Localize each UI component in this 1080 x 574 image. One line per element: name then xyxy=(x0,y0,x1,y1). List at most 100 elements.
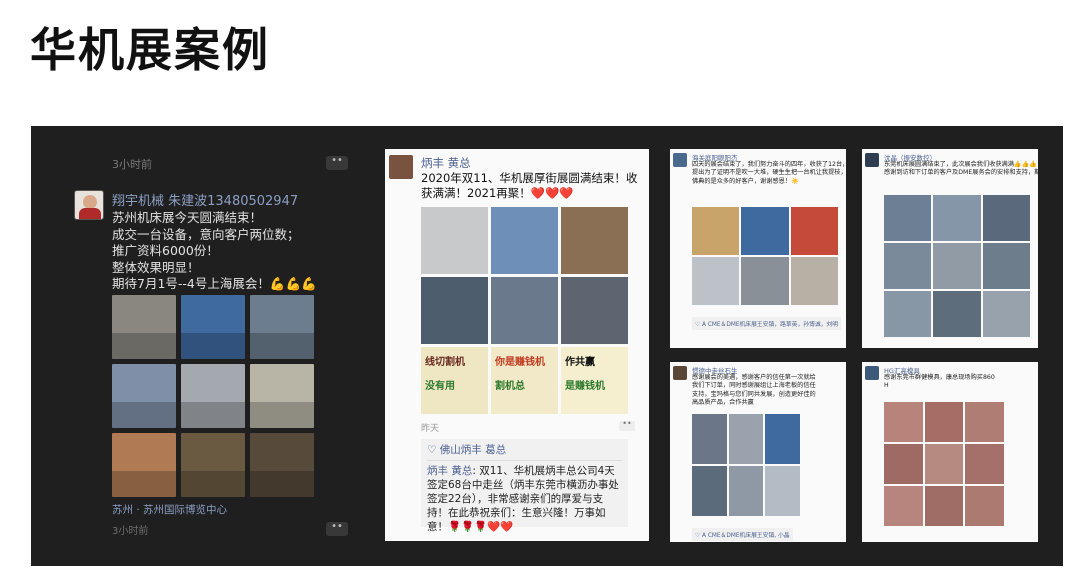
page-title: 华机展案例 xyxy=(30,23,270,77)
photo-thumbnail[interactable] xyxy=(741,257,789,305)
avatar[interactable] xyxy=(673,366,687,380)
photo-thumbnail[interactable] xyxy=(884,444,923,484)
post-username[interactable]: 翔宇机械 朱建波13480502947 xyxy=(112,190,298,209)
photo-thumbnail[interactable] xyxy=(884,291,932,337)
photo-thumbnail[interactable] xyxy=(421,207,488,274)
card-line: 高品质产品，合作共赢 xyxy=(692,399,754,407)
photo-thumbnail[interactable] xyxy=(692,257,740,305)
photo-thumbnail[interactable] xyxy=(790,257,838,305)
photo-thumbnail[interactable] xyxy=(933,291,981,337)
card-line: 感谢到访和下订单的客户及DME展务会的安排和支持，期待年11在见😊😊 xyxy=(884,169,1038,177)
photo-thumbnail[interactable] xyxy=(933,243,981,289)
photo-thumbnail[interactable] xyxy=(765,466,800,516)
like-list: ♡ 佛山炳丰 葛总 xyxy=(427,443,622,461)
photo-thumbnail[interactable] xyxy=(692,414,727,464)
avatar[interactable] xyxy=(389,155,413,179)
avatar[interactable] xyxy=(673,153,687,167)
photo-thumbnail[interactable] xyxy=(741,207,789,255)
photo-thumbnail[interactable] xyxy=(924,444,964,484)
post-line: 期待7月1号--4号上海展会！💪💪💪 xyxy=(112,276,317,291)
photo-thumbnail[interactable] xyxy=(728,414,764,464)
photo-thumbnail[interactable] xyxy=(965,402,1004,442)
card-photo-grid xyxy=(692,414,800,516)
poster-text: 割机总 xyxy=(495,381,525,392)
post-more-button-top[interactable]: •• xyxy=(326,156,348,170)
screenshot-card-top-right: 沈晶（振安数控） 东莞机床展圆满结束了，此次展会我们收获满满👍👍👍， 感谢到访和… xyxy=(862,149,1038,348)
poster-text: 没有用 xyxy=(425,381,455,392)
photo-thumbnail[interactable] xyxy=(250,364,314,428)
post-time-bottom: 3小时前 xyxy=(112,526,149,537)
poster-text: 作共赢 xyxy=(565,357,595,368)
post-text: 苏州机床展今天圆满结束！ 成交一台设备，意向客户两位数； 推广资料6000份！ … xyxy=(112,210,317,293)
photo-thumbnail[interactable] xyxy=(765,414,800,464)
photo-thumbnail[interactable] xyxy=(933,195,981,241)
photo-thumbnail[interactable] xyxy=(421,277,488,344)
photo-thumbnail[interactable] xyxy=(491,207,558,274)
photo-thumbnail[interactable] xyxy=(982,291,1030,337)
photo-thumbnail[interactable] xyxy=(884,402,923,442)
photo-thumbnail[interactable] xyxy=(924,486,964,526)
photo-thumbnail[interactable] xyxy=(965,486,1004,526)
photo-thumbnail[interactable]: 作共赢 是赚钱机 xyxy=(561,347,628,414)
photo-thumbnail[interactable] xyxy=(965,444,1004,484)
card-photo-grid xyxy=(884,402,1004,526)
screenshot-card-bottom-left: 惯德中走丝石生 感谢展会的美遇，感谢客户的信任第一次就给 我们下订单，同时感谢展… xyxy=(670,362,846,542)
post-line: 整体效果明显！ xyxy=(112,259,200,275)
screenshot-card-top-left: 海关庭阳眼阳杰 四天的展会结束了，我们努力奋斗的四年，收获了12台，佛一台😊 提… xyxy=(670,149,846,348)
photo-thumbnail[interactable] xyxy=(884,195,932,241)
avatar[interactable] xyxy=(865,366,879,380)
screenshot-card-bottom-right: HG汇高模具 感谢东莞市群健模具，康总现场购买860 H xyxy=(862,362,1038,542)
photo-thumbnail[interactable] xyxy=(491,277,558,344)
photo-thumbnail[interactable] xyxy=(728,466,764,516)
avatar[interactable] xyxy=(74,190,104,220)
photo-thumbnail[interactable] xyxy=(692,466,727,516)
card-photo-grid: 线切割机 没有用 你是赚钱机 割机总 作共赢 是赚钱机 xyxy=(421,207,628,414)
post-line: 成交一台设备，意向客户两位数； xyxy=(112,226,300,242)
screenshot-card-main: 炳丰 黄总 2020年双11、华机展厚街展圆满结束！收获满满！2021再聚！❤️… xyxy=(385,149,649,541)
photo-thumbnail[interactable]: 你是赚钱机 割机总 xyxy=(491,347,558,414)
photo-thumbnail[interactable] xyxy=(561,277,628,344)
photo-thumbnail[interactable] xyxy=(982,195,1030,241)
photo-thumbnail[interactable] xyxy=(181,433,245,497)
card-text: 2020年双11、华机展厚街展圆满结束！收获满满！2021再聚！❤️❤️❤️ xyxy=(421,171,638,200)
photo-thumbnail[interactable] xyxy=(112,364,176,428)
photo-thumbnail[interactable] xyxy=(112,433,176,497)
card-line: 提出为了证明不是吹一大堆，硬生生把一台机让我提枝，非常感谢各位！ xyxy=(692,169,846,177)
photo-thumbnail[interactable] xyxy=(561,207,628,274)
comment-author[interactable]: 炳丰 黄总 xyxy=(427,465,472,477)
moments-post-left: 3小时前 •• 翔宇机械 朱建波13480502947 苏州机床展今天圆满结束！… xyxy=(74,150,364,540)
like-list: ♡ A CME＆DME机床展王安镇, 小晶 xyxy=(692,528,793,541)
photo-thumbnail[interactable] xyxy=(924,402,964,442)
card-username[interactable]: 炳丰 黄总 xyxy=(421,155,471,171)
post-line: 苏州机床展今天圆满结束！ xyxy=(112,210,263,225)
card-line: H xyxy=(884,382,889,390)
post-more-button-bottom[interactable]: •• xyxy=(326,522,348,536)
card-text: 感谢东莞市群健模具，康总现场购买860 H xyxy=(884,374,995,391)
photo-thumbnail[interactable] xyxy=(250,295,314,359)
post-location[interactable]: 苏州 · 苏州国际博览中心 xyxy=(112,502,227,517)
comment-emoji: 🌹🌹🌹❤️❤️ xyxy=(448,521,514,533)
photo-thumbnail[interactable] xyxy=(884,486,923,526)
photo-thumbnail[interactable] xyxy=(790,207,838,255)
poster-text: 线切割机 xyxy=(425,357,465,368)
poster-text: 你是赚钱机 xyxy=(495,357,545,368)
photo-thumbnail[interactable] xyxy=(692,207,740,255)
like-list: ♡ A CME＆DME机床展王安镇，路草英，孙博诚，刘明 xyxy=(692,317,842,330)
card-photo-grid xyxy=(692,207,838,305)
avatar[interactable] xyxy=(865,153,879,167)
photo-thumbnail[interactable]: 线切割机 没有用 xyxy=(421,347,488,414)
post-photo-grid xyxy=(112,295,314,497)
photo-thumbnail[interactable] xyxy=(884,243,932,289)
card-photo-grid xyxy=(884,195,1030,337)
photo-thumbnail[interactable] xyxy=(250,433,314,497)
post-line: 推广资料6000份！ xyxy=(112,243,219,258)
photo-thumbnail[interactable] xyxy=(112,295,176,359)
photo-thumbnail[interactable] xyxy=(982,243,1030,289)
card-time: 昨天 xyxy=(421,424,440,434)
card-line: 我们下订单，同时感谢展组让上海老板的信任 xyxy=(692,382,816,390)
card-line: 感谢东莞市群健模具，康总现场购买860 xyxy=(884,374,995,381)
photo-thumbnail[interactable] xyxy=(181,364,245,428)
card-more-button[interactable]: •• xyxy=(619,420,635,431)
photo-thumbnail[interactable] xyxy=(181,295,245,359)
card-line: 佛典的是众多的好客户，谢谢感恩！☀️ xyxy=(692,177,799,185)
